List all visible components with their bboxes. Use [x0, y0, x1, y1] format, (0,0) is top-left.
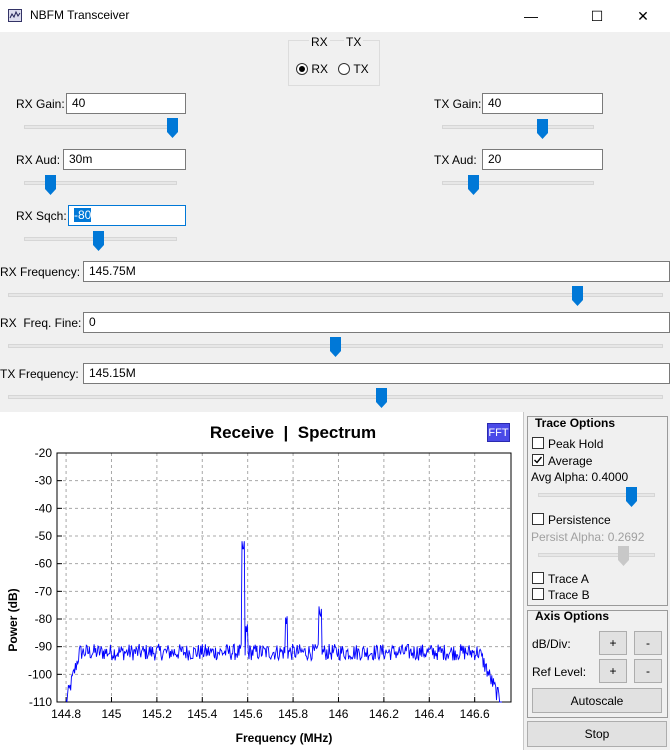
trace-b-checkbox[interactable]	[532, 588, 544, 600]
x-tick-label: 146.2	[369, 707, 399, 721]
rx-frequency-input[interactable]: 145.75M	[83, 261, 670, 282]
title-bar: NBFM Transceiver — ☐ ✕	[0, 0, 670, 32]
rx-sqch-input[interactable]: -80	[68, 205, 186, 226]
rx-frequency-slider-thumb[interactable]	[572, 286, 584, 306]
avg-alpha-label: Avg Alpha: 0.4000	[531, 470, 629, 484]
y-tick-label: -40	[35, 501, 53, 515]
rx-radio-indicator[interactable]	[296, 62, 308, 75]
chart-title: Receive | Spectrum	[210, 423, 376, 442]
plot-frame	[56, 452, 512, 703]
average-label: Average	[548, 454, 593, 468]
ref-level-label: Ref Level:	[532, 665, 587, 679]
axis-options-title: Axis Options	[535, 609, 610, 623]
tx-gain-label: TX Gain:	[434, 97, 482, 111]
x-tick-label: 146.4	[414, 707, 444, 721]
mode-header-rx: RX	[309, 35, 330, 49]
rx-radio-label: RX	[311, 61, 329, 76]
trace-b-label: Trace B	[548, 588, 590, 602]
check-icon	[534, 456, 543, 464]
rx-frequency-label: RX Frequency:	[0, 265, 81, 279]
average-checkbox[interactable]	[532, 454, 544, 466]
tx-frequency-slider-track[interactable]	[8, 395, 663, 399]
db-div-plus-button[interactable]: +	[599, 631, 627, 655]
spectrum-chart[interactable]: Receive | Spectrum Frequency (MHz) Power…	[0, 412, 523, 750]
x-tick-label: 145	[101, 707, 121, 721]
y-tick-label: -50	[35, 529, 53, 543]
ref-level-minus-button[interactable]: -	[634, 659, 662, 683]
x-tick-label: 145.4	[187, 707, 217, 721]
y-tick-label: -30	[35, 474, 53, 488]
rx-sqch-value: -80	[74, 208, 92, 222]
rx-aud-label: RX Aud:	[16, 153, 61, 167]
y-tick-label: -90	[35, 640, 53, 654]
app-icon	[8, 9, 22, 22]
tx-gain-slider-thumb[interactable]	[536, 119, 548, 139]
x-tick-label: 145.6	[233, 707, 263, 721]
window-title: NBFM Transceiver	[30, 8, 130, 22]
rx-freq-fine-input[interactable]: 0	[83, 312, 670, 333]
tx-gain-slider-track[interactable]	[442, 125, 594, 129]
tx-gain-input[interactable]: 40	[482, 93, 603, 114]
rx-freq-fine-slider-thumb[interactable]	[330, 337, 341, 357]
rx-gain-label: RX Gain:	[16, 97, 65, 111]
tx-aud-label: TX Aud:	[434, 153, 477, 167]
close-button[interactable]: ✕	[620, 0, 666, 32]
spectrum-trace	[65, 541, 502, 703]
stop-button[interactable]: Stop	[527, 721, 667, 747]
peak-hold-checkbox[interactable]	[532, 437, 544, 449]
persistence-label: Persistence	[548, 513, 611, 527]
x-tick-label: 144.8	[51, 707, 81, 721]
mode-header-tx: TX	[344, 35, 364, 49]
tx-aud-slider-track[interactable]	[442, 181, 594, 185]
rx-aud-input[interactable]: 30m	[63, 149, 186, 170]
tx-radio-label: TX	[353, 61, 369, 76]
tx-aud-slider-thumb[interactable]	[468, 175, 480, 195]
y-tick-label: -20	[35, 446, 53, 460]
tx-aud-input[interactable]: 20	[482, 149, 603, 170]
rx-sqch-label: RX Sqch:	[16, 209, 67, 223]
persist-alpha-slider-thumb[interactable]	[617, 546, 629, 566]
tx-radio[interactable]: TX	[338, 61, 369, 76]
rx-freq-fine-label: RX Freq. Fine:	[0, 316, 82, 330]
ref-level-plus-button[interactable]: +	[599, 659, 627, 683]
y-tick-label: -80	[35, 612, 53, 626]
y-tick-label: -100	[28, 667, 52, 681]
rx-radio[interactable]: RX	[296, 61, 328, 76]
avg-alpha-slider-thumb[interactable]	[626, 487, 638, 507]
chart-ylabel: Power (dB)	[6, 588, 20, 651]
rx-sqch-slider-thumb[interactable]	[93, 231, 105, 251]
spectrum-plot-panel: Receive | Spectrum Frequency (MHz) Power…	[0, 412, 523, 750]
tx-frequency-input[interactable]: 145.15M	[83, 363, 670, 384]
tx-radio-indicator[interactable]	[338, 62, 350, 75]
autoscale-button[interactable]: Autoscale	[532, 688, 662, 713]
rx-aud-slider-thumb[interactable]	[44, 175, 56, 195]
rx-gain-input[interactable]: 40	[66, 93, 186, 114]
rx-frequency-slider-track[interactable]	[8, 293, 663, 297]
avg-alpha-slider-track[interactable]	[538, 493, 655, 497]
persistence-checkbox[interactable]	[532, 513, 544, 525]
maximize-button[interactable]: ☐	[574, 0, 620, 32]
y-tick-label: -60	[35, 557, 53, 571]
db-div-label: dB/Div:	[532, 637, 571, 651]
trace-a-checkbox[interactable]	[532, 572, 544, 584]
tx-frequency-slider-thumb[interactable]	[375, 388, 387, 408]
rx-gain-slider-track[interactable]	[24, 125, 177, 129]
tx-frequency-label: TX Frequency:	[0, 367, 79, 381]
trace-options-title: Trace Options	[535, 416, 616, 430]
x-tick-label: 145.2	[142, 707, 172, 721]
minimize-button[interactable]: —	[508, 0, 554, 32]
db-div-minus-button[interactable]: -	[634, 631, 662, 655]
chart-xlabel: Frequency (MHz)	[236, 731, 333, 745]
x-tick-label: 145.8	[278, 707, 308, 721]
x-tick-label: 146.6	[460, 707, 490, 721]
persist-alpha-slider-track[interactable]	[538, 553, 655, 557]
persist-alpha-label: Persist Alpha: 0.2692	[531, 530, 645, 544]
fft-badge[interactable]: FFT	[487, 423, 510, 442]
peak-hold-label: Peak Hold	[548, 437, 604, 451]
y-tick-label: -70	[35, 584, 53, 598]
trace-a-label: Trace A	[548, 572, 589, 586]
x-tick-label: 146	[328, 707, 348, 721]
y-tick-label: -110	[29, 695, 52, 709]
rx-gain-slider-thumb[interactable]	[166, 118, 178, 138]
